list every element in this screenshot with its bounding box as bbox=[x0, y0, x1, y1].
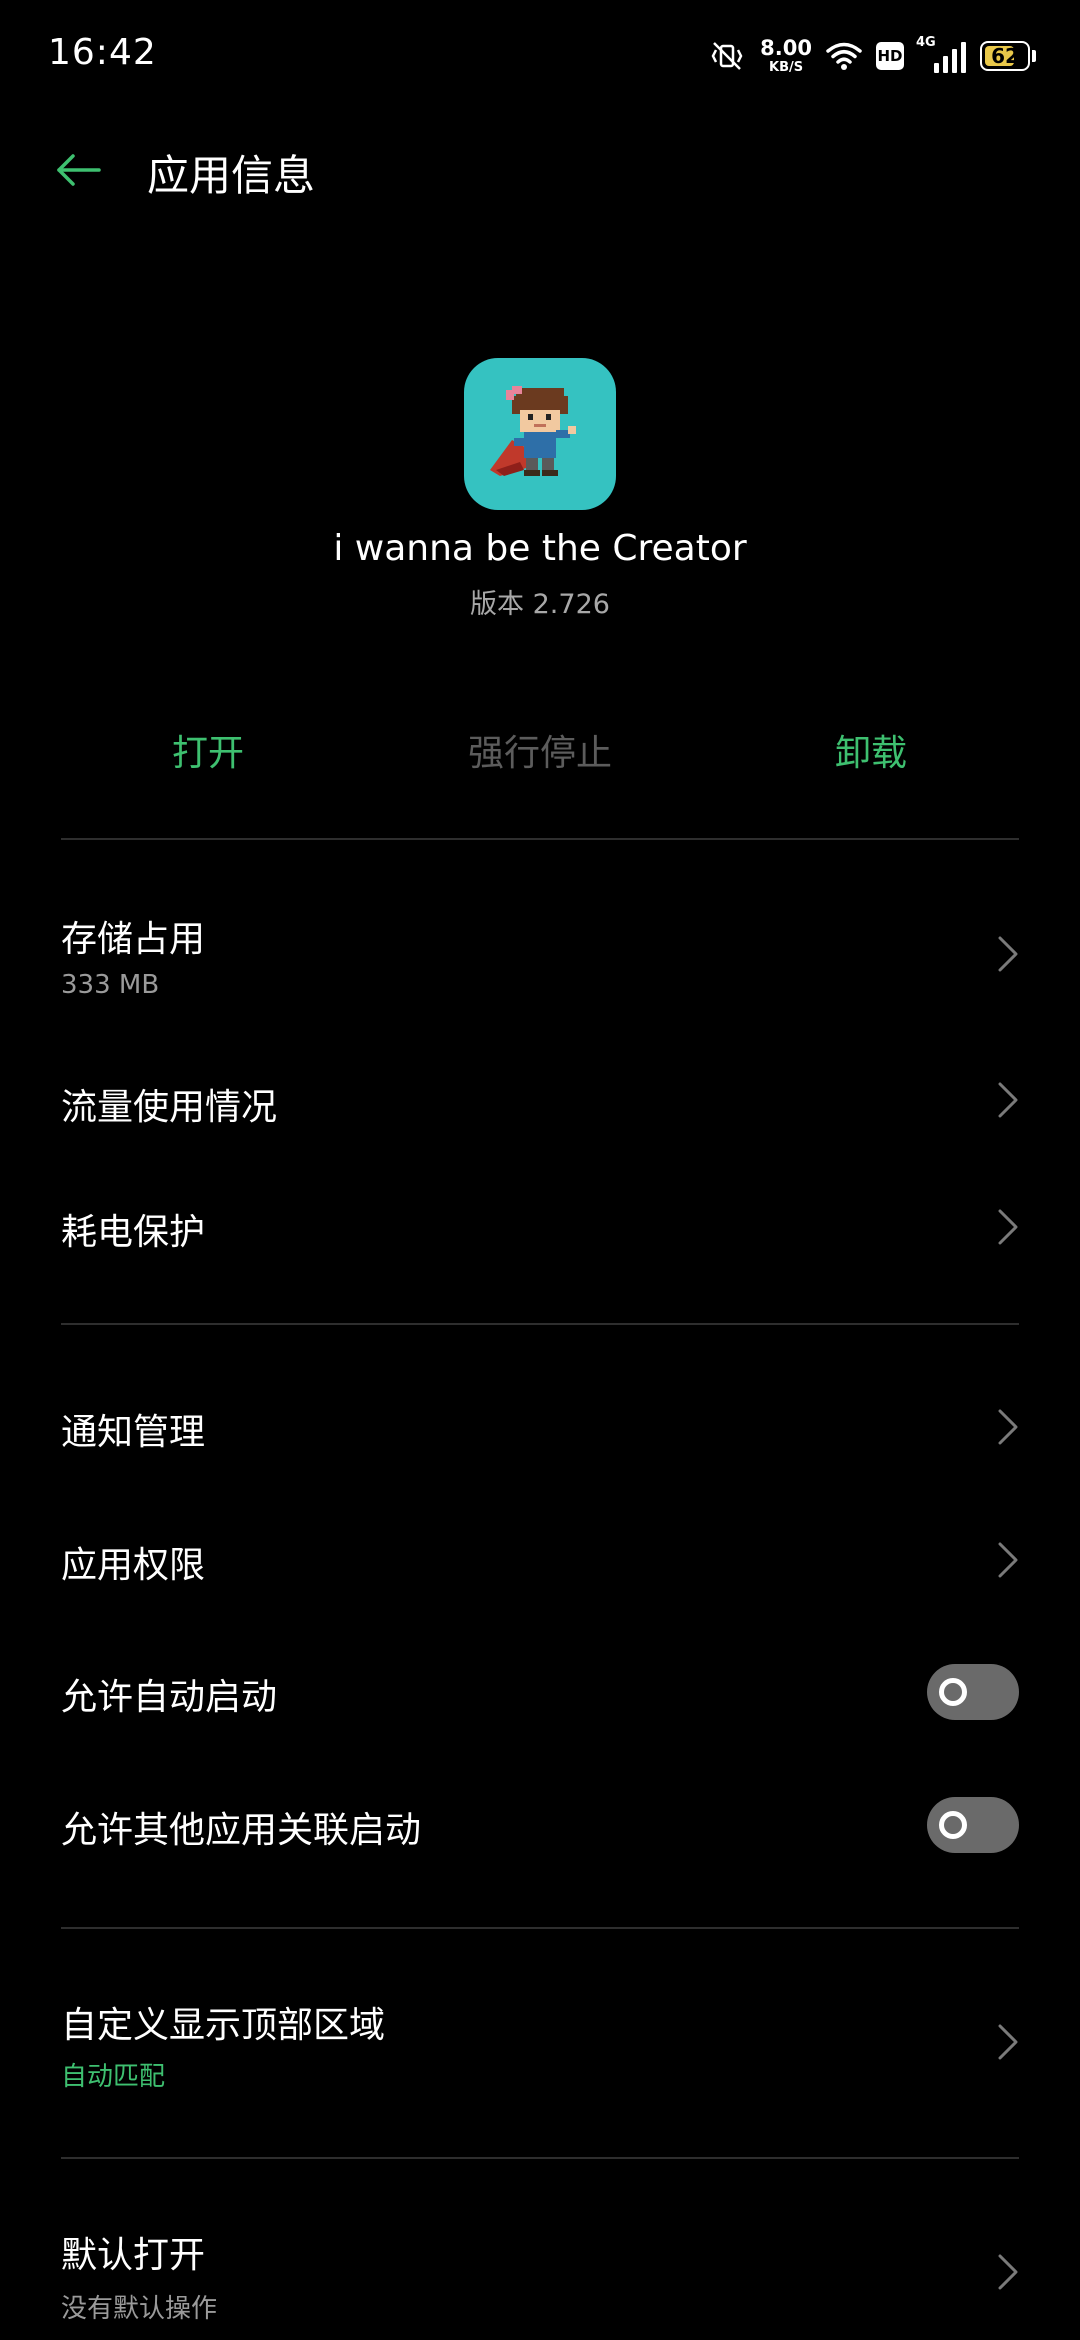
vibrate-mute-icon bbox=[708, 39, 746, 73]
status-bar: 16:42 8.00 KB/S HD 4G 62 bbox=[0, 0, 1080, 110]
chevron-right-icon bbox=[998, 1082, 1018, 1118]
battery-icon: 62 bbox=[980, 41, 1036, 71]
auto-start-title: 允许自动启动 bbox=[61, 1677, 278, 1718]
divider bbox=[61, 1927, 1019, 1929]
status-time: 16:42 bbox=[48, 32, 157, 73]
wifi-icon bbox=[826, 41, 862, 71]
data-usage-title: 流量使用情况 bbox=[61, 1087, 278, 1128]
back-button[interactable] bbox=[44, 140, 114, 200]
permissions-title: 应用权限 bbox=[61, 1545, 206, 1586]
top-area-row[interactable]: 自定义显示顶部区域 自动匹配 bbox=[0, 1980, 1080, 2110]
app-icon bbox=[464, 358, 616, 510]
notifications-row[interactable]: 通知管理 bbox=[0, 1387, 1080, 1469]
chevron-right-icon bbox=[998, 1209, 1018, 1245]
storage-title: 存储占用 bbox=[61, 919, 206, 960]
chevron-right-icon bbox=[998, 1542, 1018, 1578]
divider bbox=[61, 1323, 1019, 1325]
pixel-character-icon bbox=[490, 386, 576, 476]
network-type-label: 4G bbox=[916, 35, 936, 50]
toggle-knob bbox=[939, 1811, 967, 1839]
force-stop-button[interactable]: 强行停止 bbox=[390, 724, 690, 776]
default-open-row[interactable]: 默认打开 没有默认操作 bbox=[0, 2210, 1080, 2340]
chevron-right-icon bbox=[998, 936, 1018, 972]
hd-badge: HD bbox=[876, 42, 904, 70]
auto-start-toggle[interactable] bbox=[927, 1664, 1019, 1720]
chevron-right-icon bbox=[998, 1409, 1018, 1445]
top-area-value: 自动匹配 bbox=[61, 2062, 166, 2092]
back-arrow-icon bbox=[57, 154, 101, 186]
divider bbox=[61, 2157, 1019, 2159]
associated-start-toggle[interactable] bbox=[927, 1797, 1019, 1853]
app-info-screen: 16:42 8.00 KB/S HD 4G 62 应用信息 i wanna be… bbox=[0, 0, 1080, 2340]
app-name: i wanna be the Creator bbox=[333, 528, 747, 569]
divider bbox=[61, 838, 1019, 840]
default-open-value: 没有默认操作 bbox=[61, 2294, 218, 2324]
toggle-knob bbox=[939, 1678, 967, 1706]
signal-icon: 4G bbox=[916, 35, 966, 73]
default-open-title: 默认打开 bbox=[61, 2235, 206, 2276]
uninstall-button[interactable]: 卸载 bbox=[721, 724, 1021, 776]
status-icons: 8.00 KB/S HD 4G 62 bbox=[708, 35, 1036, 76]
notifications-title: 通知管理 bbox=[61, 1412, 206, 1453]
top-area-title: 自定义显示顶部区域 bbox=[61, 2005, 386, 2046]
storage-row[interactable]: 存储占用 333 MB bbox=[0, 890, 1080, 1020]
storage-size: 333 MB bbox=[61, 970, 160, 1000]
chevron-right-icon bbox=[998, 2254, 1018, 2290]
associated-start-title: 允许其他应用关联启动 bbox=[61, 1810, 422, 1851]
net-speed-unit: KB/S bbox=[769, 60, 804, 75]
net-speed-indicator: 8.00 KB/S bbox=[760, 36, 812, 75]
data-usage-row[interactable]: 流量使用情况 bbox=[0, 1060, 1080, 1142]
open-button[interactable]: 打开 bbox=[58, 724, 358, 776]
battery-protect-title: 耗电保护 bbox=[61, 1212, 206, 1253]
chevron-right-icon bbox=[998, 2024, 1018, 2060]
page-title: 应用信息 bbox=[147, 151, 316, 200]
auto-start-row: 允许自动启动 bbox=[0, 1652, 1080, 1734]
permissions-row[interactable]: 应用权限 bbox=[0, 1520, 1080, 1602]
net-speed-value: 8.00 bbox=[760, 36, 812, 60]
battery-protect-row[interactable]: 耗电保护 bbox=[0, 1187, 1080, 1269]
battery-level: 62 bbox=[991, 44, 1019, 68]
app-version: 版本 2.726 bbox=[470, 589, 610, 620]
associated-start-row: 允许其他应用关联启动 bbox=[0, 1785, 1080, 1867]
